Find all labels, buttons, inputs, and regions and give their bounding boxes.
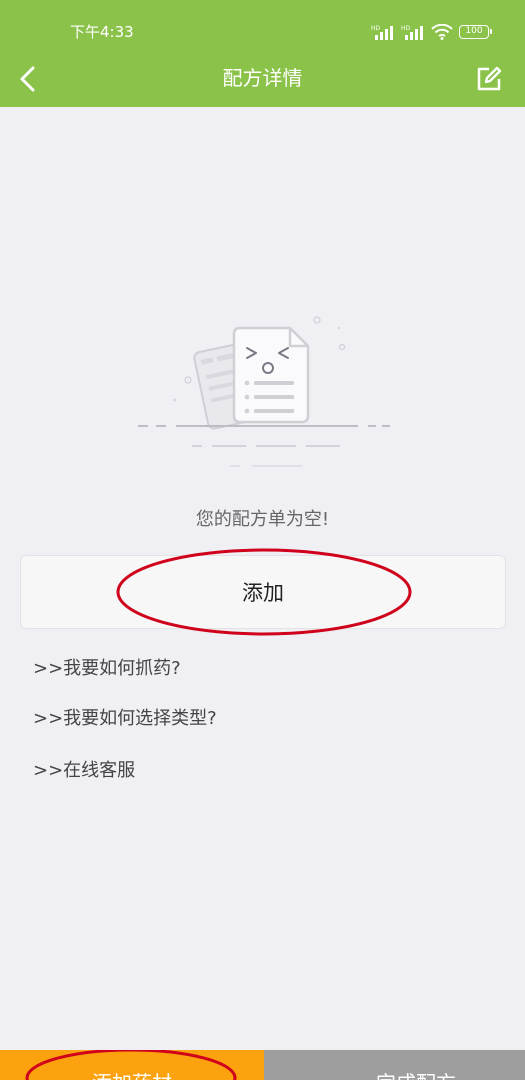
nav-bar: 配方详情 [0, 55, 525, 107]
empty-message: 您的配方单为空! [195, 509, 330, 530]
help-link-online-service[interactable]: >>在线客服 [33, 757, 135, 785]
hd-signal-icon: HD [401, 24, 425, 40]
edit-icon [475, 65, 503, 97]
bottom-action-bar: 添加药材 完成配方 [0, 1050, 525, 1080]
status-bar: 下午4:33 HD HD 100 [0, 0, 525, 55]
hd-signal-icon: HD [371, 24, 395, 40]
status-icons: HD HD 100 [371, 21, 492, 43]
empty-document-icon [130, 308, 395, 478]
wifi-icon [431, 24, 453, 40]
add-herb-button[interactable]: 添加药材 [0, 1050, 264, 1080]
status-time: 下午4:33 [70, 23, 134, 41]
back-button[interactable] [6, 59, 50, 103]
add-herb-label: 添加药材 [0, 1071, 264, 1080]
app-header: 下午4:33 HD HD 100 配方详情 [0, 0, 525, 107]
finish-recipe-button[interactable]: 完成配方 [264, 1050, 525, 1080]
battery-icon: 100 [459, 25, 492, 39]
hd-label: HD [401, 25, 411, 32]
edit-button[interactable] [467, 59, 511, 103]
hd-label: HD [371, 25, 381, 32]
page-title: 配方详情 [222, 66, 303, 90]
add-button[interactable]: 添加 [20, 555, 506, 629]
chevron-left-icon [18, 66, 38, 96]
help-link-choose-type[interactable]: >>我要如何选择类型? [33, 705, 217, 733]
finish-recipe-label: 完成配方 [376, 1071, 456, 1080]
help-link-how-to-buy[interactable]: >>我要如何抓药? [33, 655, 181, 683]
add-button-label: 添加 [242, 581, 284, 605]
